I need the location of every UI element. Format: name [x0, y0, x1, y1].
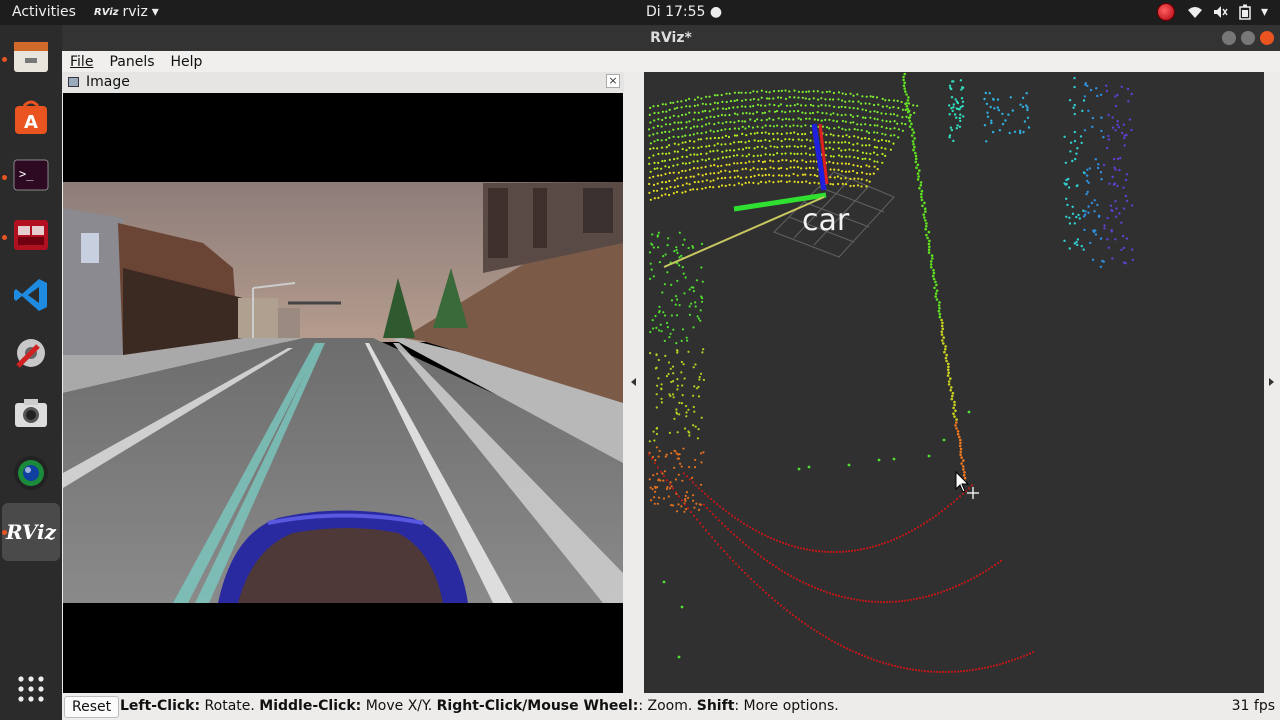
- running-indicator: [2, 175, 7, 180]
- menu-bar: File Panels Help: [62, 51, 1280, 72]
- wifi-icon-glyph: [1187, 7, 1202, 18]
- status-bar: Reset Left-Click: Rotate. Middle-Click: …: [62, 693, 1280, 720]
- running-indicator: [2, 57, 7, 62]
- interaction-hint: Left-Click: Rotate. Middle-Click: Move X…: [120, 698, 839, 714]
- main-area: Image × car: [62, 72, 1280, 693]
- hint-key: Shift: [696, 698, 735, 714]
- image-panel-close-button[interactable]: ×: [606, 74, 620, 88]
- close-button[interactable]: [1260, 31, 1274, 45]
- fps-counter: 31 fps: [1231, 698, 1275, 714]
- menu-panels[interactable]: Panels: [109, 54, 154, 70]
- menu-help[interactable]: Help: [171, 54, 203, 70]
- files-icon[interactable]: [9, 35, 53, 79]
- app-name: rviz: [122, 4, 148, 20]
- hint-text: : Zoom.: [638, 698, 697, 714]
- camera-lens-icon[interactable]: [9, 451, 53, 495]
- panel-splitter-right[interactable]: [1264, 72, 1280, 693]
- volume-icon[interactable]: [1213, 5, 1229, 19]
- app-grid-red-icon[interactable]: [9, 213, 53, 257]
- frame-label-car: car: [802, 203, 850, 238]
- hint-text: : More options.: [734, 698, 839, 714]
- svg-text:>_: >_: [19, 167, 34, 181]
- app-menu[interactable]: RViz rviz ▾: [94, 4, 159, 20]
- image-panel-header[interactable]: Image ×: [62, 72, 624, 93]
- dock: A >_ RViz: [0, 25, 62, 720]
- show-apps-icon[interactable]: [9, 667, 53, 711]
- system-tray[interactable]: ▾: [1156, 3, 1268, 21]
- rviz-small-icon: RViz: [94, 6, 119, 18]
- collapse-left-arrow-icon[interactable]: [631, 378, 636, 386]
- rviz-label: RViz: [5, 520, 57, 544]
- camera-image-view[interactable]: [63, 93, 623, 693]
- battery-icon[interactable]: [1239, 4, 1251, 20]
- hint-text: Rotate.: [200, 698, 260, 714]
- top-bar: Activities RViz rviz ▾ Di 17:55 ● ▾: [0, 0, 1280, 25]
- rviz-icon[interactable]: RViz: [2, 503, 60, 561]
- settings-tools-icon[interactable]: [9, 331, 53, 375]
- image-panel-icon: [68, 77, 79, 87]
- panel-splitter-left[interactable]: [624, 72, 644, 693]
- maximize-button[interactable]: [1241, 31, 1255, 45]
- hint-key: Right-Click/Mouse Wheel:: [436, 698, 639, 714]
- software-icon[interactable]: A: [9, 95, 53, 139]
- point-cloud: car: [644, 72, 1264, 693]
- 3d-render-view[interactable]: car: [644, 72, 1264, 693]
- chevron-down-icon[interactable]: ▾: [1261, 4, 1268, 20]
- hint-key: Left-Click:: [120, 698, 201, 714]
- menu-file[interactable]: File: [70, 54, 93, 70]
- running-indicator: [2, 235, 7, 240]
- terminal-icon[interactable]: >_: [9, 153, 53, 197]
- vscode-icon[interactable]: [9, 273, 53, 317]
- window-title: RViz*: [650, 30, 692, 46]
- window-titlebar[interactable]: RViz*: [62, 25, 1280, 51]
- image-panel: Image ×: [62, 72, 624, 693]
- hint-text: Move X/Y.: [361, 698, 437, 714]
- svg-text:A: A: [24, 112, 38, 133]
- collapse-right-arrow-icon[interactable]: [1269, 378, 1274, 386]
- hint-key: Middle-Click:: [259, 698, 362, 714]
- activities-button[interactable]: Activities: [12, 4, 76, 20]
- chevron-down-icon: ▾: [151, 4, 159, 20]
- clock[interactable]: Di 17:55 ●: [646, 4, 722, 20]
- minimize-button[interactable]: [1222, 31, 1236, 45]
- screenshot-icon[interactable]: [9, 391, 53, 435]
- image-panel-title: Image: [86, 74, 130, 90]
- camera-image: [63, 93, 623, 693]
- record-icon[interactable]: [1156, 3, 1175, 21]
- running-indicator: [2, 530, 7, 535]
- reset-button[interactable]: Reset: [64, 696, 120, 718]
